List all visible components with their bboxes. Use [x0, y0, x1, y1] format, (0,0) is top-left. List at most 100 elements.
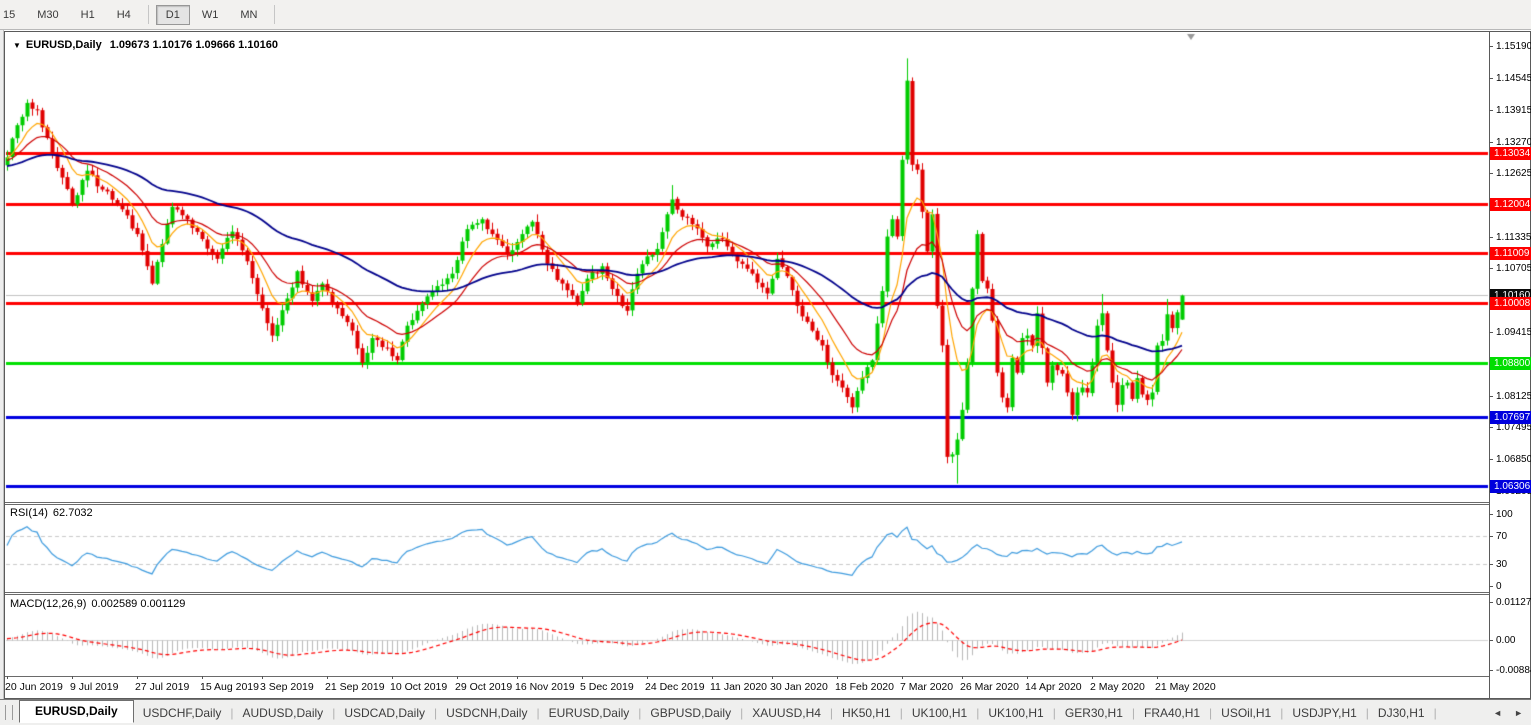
timeframe-toolbar: 15M30H1H4 D1W1MN [0, 0, 1531, 30]
axis-tick-mark [1489, 332, 1493, 333]
date-axis-separator [5, 676, 1489, 677]
chart-tab[interactable]: DJ30,H1 [1369, 706, 1434, 720]
chart-ohlc-values: 1.09673 1.10176 1.09666 1.10160 [110, 39, 278, 51]
rsi-name: RSI(14) [10, 507, 48, 519]
rsi-value: 62.7032 [53, 507, 93, 519]
axis-tick-mark [1489, 396, 1493, 397]
date-tick-mark [202, 676, 203, 679]
date-tick-mark [582, 676, 583, 679]
date-label: 9 Jul 2019 [70, 681, 118, 693]
date-label: 16 Nov 2019 [515, 681, 575, 693]
chart-tab[interactable]: AUDUSD,Daily [234, 706, 333, 720]
price-level-badge: 1.13034 [1490, 147, 1531, 160]
date-label: 21 May 2020 [1155, 681, 1216, 693]
axis-tick-mark [1489, 46, 1493, 47]
price-level-badge: 1.12004 [1490, 198, 1531, 211]
chart-tab[interactable]: USDCAD,Daily [335, 706, 434, 720]
timeframe-button-w1[interactable]: W1 [192, 5, 229, 25]
axis-tick-mark [1489, 142, 1493, 143]
panel-separator [5, 504, 1489, 505]
axis-tick-mark [1489, 564, 1493, 565]
chart-title: ▼EURUSD,Daily1.09673 1.10176 1.09666 1.1… [13, 39, 278, 51]
chart-tab[interactable]: UK100,H1 [903, 706, 976, 720]
date-tick-mark [327, 676, 328, 679]
date-label: 24 Dec 2019 [645, 681, 705, 693]
timeframe-button-mn[interactable]: MN [230, 5, 267, 25]
timeframe-button-m30[interactable]: M30 [27, 5, 68, 25]
date-tick-mark [517, 676, 518, 679]
macd-axis-tick: 0.00 [1496, 635, 1515, 646]
date-tick-mark [962, 676, 963, 679]
price-axis-tick: 1.11335 [1496, 232, 1531, 243]
toolbar-separator [274, 5, 275, 24]
chart-tab[interactable]: EURUSD,Daily [540, 706, 639, 720]
chart-tab[interactable]: UK100,H1 [979, 706, 1052, 720]
rsi-axis-tick: 100 [1496, 509, 1513, 520]
axis-tick-mark [1489, 173, 1493, 174]
date-tick-mark [262, 676, 263, 679]
timeframe-button-15[interactable]: 15 [0, 5, 25, 25]
chart-tab[interactable]: GER30,H1 [1056, 706, 1132, 720]
date-label: 27 Jul 2019 [135, 681, 189, 693]
chart-tab[interactable]: USOil,H1 [1212, 706, 1280, 720]
date-label: 11 Jan 2020 [710, 681, 767, 693]
date-tick-mark [72, 676, 73, 679]
toolbar-separator [148, 5, 149, 24]
price-axis-tick: 1.09415 [1496, 327, 1531, 338]
date-tick-mark [902, 676, 903, 679]
date-tick-mark [457, 676, 458, 679]
date-label: 10 Oct 2019 [390, 681, 447, 693]
panel-separator [5, 592, 1489, 593]
date-label: 5 Dec 2019 [580, 681, 634, 693]
panel-separator [5, 502, 1489, 503]
rsi-axis-tick: 30 [1496, 559, 1507, 570]
axis-tick-mark [1489, 670, 1493, 671]
timeframe-button-d1[interactable]: D1 [156, 5, 190, 25]
tab-scroll-right-icon[interactable]: ► [1514, 708, 1523, 718]
axis-tick-mark [1489, 586, 1493, 587]
date-label: 30 Jan 2020 [770, 681, 828, 693]
chart-tab[interactable]: USDJPY,H1 [1283, 706, 1365, 720]
panel-separator [5, 594, 1489, 595]
chart-tab[interactable]: USDCNH,Daily [437, 706, 536, 720]
macd-axis-tick: 0.011277 [1496, 597, 1531, 608]
chart-tab[interactable]: HK50,H1 [833, 706, 900, 720]
date-label: 15 Aug 2019 [200, 681, 259, 693]
axis-tick-mark [1489, 602, 1493, 603]
price-chart-canvas[interactable] [0, 0, 1531, 725]
price-axis-tick: 1.15190 [1496, 41, 1531, 52]
chart-tab[interactable]: XAUUSD,H4 [743, 706, 830, 720]
tab-scrollers: ◄► [1493, 708, 1523, 718]
date-tick-mark [137, 676, 138, 679]
chart-tab[interactable]: USDCHF,Daily [134, 706, 231, 720]
chart-tab[interactable]: GBPUSD,Daily [641, 706, 740, 720]
axis-tick-mark [1489, 78, 1493, 79]
tab-scroll-left-icon[interactable]: ◄ [1493, 708, 1502, 718]
rsi-indicator-label: RSI(14) 62.7032 [10, 507, 93, 519]
rsi-axis-tick: 0 [1496, 581, 1502, 592]
date-tick-mark [1092, 676, 1093, 679]
axis-tick-mark [1489, 514, 1493, 515]
timeframe-button-h4[interactable]: H4 [107, 5, 141, 25]
timeframe-button-h1[interactable]: H1 [71, 5, 105, 25]
date-label: 14 Apr 2020 [1025, 681, 1082, 693]
date-tick-mark [7, 676, 8, 679]
date-label: 20 Jun 2019 [5, 681, 63, 693]
tabbar-grip[interactable] [5, 705, 13, 720]
chart-tab-active[interactable]: EURUSD,Daily [19, 700, 134, 723]
chart-tab[interactable]: FRA40,H1 [1135, 706, 1209, 720]
axis-tick-mark [1489, 536, 1493, 537]
chart-dropdown-icon[interactable]: ▼ [13, 41, 21, 50]
window-left-edge [0, 30, 4, 700]
price-level-badge: 1.07697 [1490, 411, 1531, 424]
price-axis-tick: 1.08125 [1496, 391, 1531, 402]
price-axis-tick: 1.13270 [1496, 137, 1531, 148]
axis-tick-mark [1489, 427, 1493, 428]
chart-tab-bar: EURUSD,DailyUSDCHF,Daily|AUDUSD,Daily|US… [0, 699, 1531, 725]
price-level-badge: 1.06306 [1490, 480, 1531, 493]
rsi-axis-tick: 70 [1496, 531, 1507, 542]
tab-separator: | [1434, 706, 1437, 720]
price-axis-tick: 1.06850 [1496, 454, 1531, 465]
macd-indicator-label: MACD(12,26,9)0.002589 0.001129 [10, 598, 185, 610]
date-tick-mark [1157, 676, 1158, 679]
